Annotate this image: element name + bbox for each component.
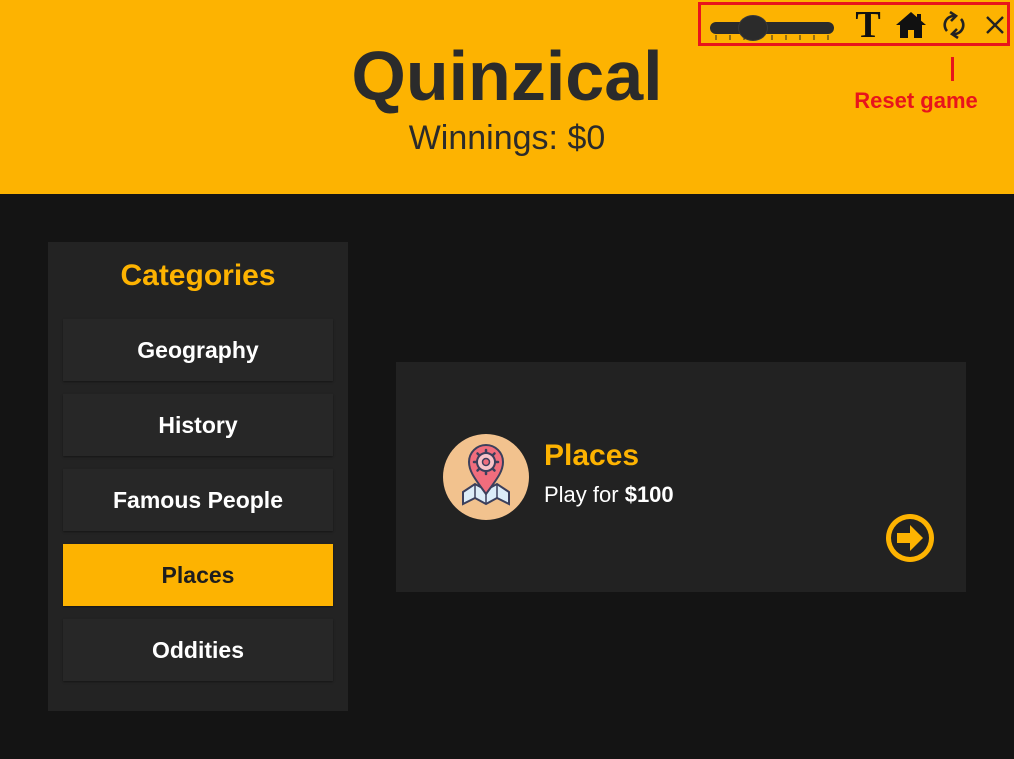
play-button[interactable] bbox=[885, 513, 935, 563]
category-places[interactable]: Places bbox=[63, 544, 333, 606]
category-geography[interactable]: Geography bbox=[63, 319, 333, 381]
home-button[interactable] bbox=[894, 7, 928, 43]
header: Quinzical Winnings: $0 T Reset game bbox=[0, 0, 1014, 194]
category-oddities[interactable]: Oddities bbox=[63, 619, 333, 681]
slider-thumb[interactable] bbox=[739, 16, 767, 40]
close-button[interactable] bbox=[981, 7, 1009, 43]
home-icon bbox=[896, 12, 926, 38]
prize-prefix: Play for bbox=[544, 482, 625, 507]
category-label: Famous People bbox=[113, 486, 283, 513]
category-card: Places Play for $100 bbox=[396, 362, 966, 592]
refresh-icon bbox=[943, 11, 965, 39]
category-label: Oddities bbox=[151, 636, 244, 663]
text-size-icon: T bbox=[855, 4, 881, 46]
categories-panel: Categories Geography History Famous Peop… bbox=[48, 242, 348, 711]
category-label: History bbox=[158, 411, 238, 438]
prize-amount: $100 bbox=[624, 482, 674, 507]
callout-pointer bbox=[951, 57, 954, 81]
winnings-label: Winnings: $0 bbox=[408, 119, 606, 157]
slider-ticks bbox=[715, 35, 829, 40]
arrow-right-circle-icon bbox=[886, 514, 934, 562]
toolbar: T bbox=[698, 2, 1010, 46]
card-prize: Play for $100 bbox=[544, 482, 674, 508]
reset-game-callout: Reset game bbox=[854, 88, 978, 113]
map-pin-gear-icon bbox=[443, 434, 529, 520]
close-icon bbox=[986, 16, 1004, 34]
card-title: Places bbox=[544, 439, 640, 472]
text-size-button[interactable]: T bbox=[851, 4, 885, 46]
reset-game-button[interactable] bbox=[937, 7, 971, 43]
category-label: Places bbox=[161, 561, 235, 588]
categories-title: Categories bbox=[120, 259, 276, 292]
text-size-slider[interactable] bbox=[710, 16, 834, 40]
category-famous-people[interactable]: Famous People bbox=[63, 469, 333, 531]
category-label: Geography bbox=[137, 336, 259, 363]
category-history[interactable]: History bbox=[63, 394, 333, 456]
slider-track bbox=[710, 22, 834, 34]
